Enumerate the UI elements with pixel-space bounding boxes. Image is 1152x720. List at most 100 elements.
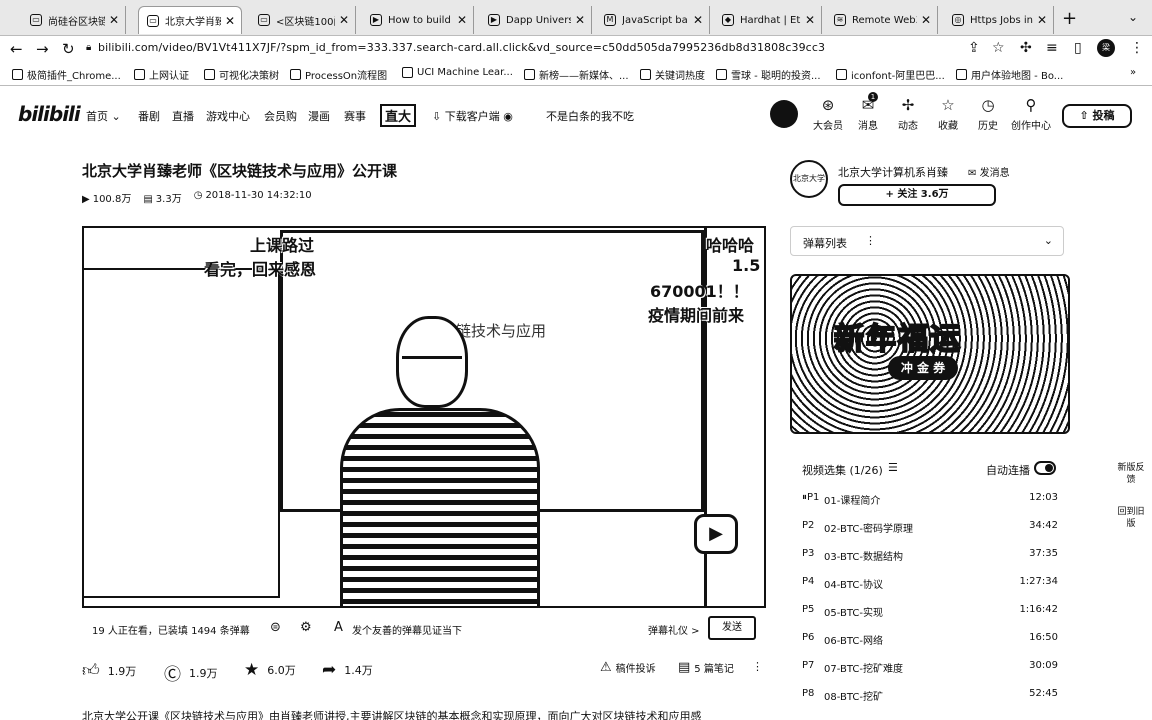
browser-tab[interactable]: ▶ Dapp Univers ✕: [480, 6, 592, 34]
bookmark-item[interactable]: 雪球 - 聪明的投资...: [716, 67, 821, 82]
episode-item[interactable]: P7 07-BTC-挖矿难度 30:09: [802, 656, 1058, 684]
close-icon[interactable]: ✕: [457, 13, 467, 27]
follow-button[interactable]: + 关注 3.6万: [838, 184, 996, 206]
header-message[interactable]: ✉ 消息: [850, 96, 886, 132]
browser-tab[interactable]: ▭ 尚硅谷区块链2 ✕: [22, 6, 126, 34]
list-icon[interactable]: ☰: [888, 461, 898, 474]
nav-download-client[interactable]: ⇩ 下载客户端 ◉: [432, 108, 513, 124]
profile-avatar[interactable]: 梁: [1097, 39, 1115, 57]
header-favorite[interactable]: ☆ 收藏: [930, 96, 966, 132]
danmaku-settings-icon[interactable]: ⚙: [300, 620, 312, 635]
close-icon[interactable]: ✕: [225, 14, 235, 28]
promo-banner[interactable]: 新年福运 冲 金 券: [790, 274, 1070, 434]
sidebar-icon[interactable]: ▯: [1074, 40, 1082, 56]
nav-event-badge[interactable]: 直大: [380, 104, 417, 127]
nav-live[interactable]: 直播: [172, 108, 194, 124]
close-icon[interactable]: ✕: [693, 13, 703, 27]
bookmarks-overflow-button[interactable]: »: [1130, 67, 1136, 78]
browser-tab-active[interactable]: ▭ 北京大学肖臻老 ✕: [138, 6, 242, 34]
share-icon[interactable]: ⇪: [968, 40, 980, 56]
browser-tab[interactable]: ◆ Hardhat | Ethe ✕: [714, 6, 822, 34]
site-logo[interactable]: bilibili: [18, 102, 81, 126]
bookmark-item[interactable]: 新榜——新媒体、...: [524, 67, 629, 82]
episode-item[interactable]: P8 08-BTC-挖矿 52:45: [802, 684, 1058, 712]
reload-icon[interactable]: ↻: [62, 40, 75, 58]
episode-item[interactable]: P3 03-BTC-数据结构 37:35: [802, 544, 1058, 572]
extensions-icon[interactable]: ✣: [1020, 40, 1032, 56]
share-button[interactable]: ➦ 1.4万: [322, 660, 373, 680]
header-creator-center[interactable]: ⚲ 创作中心: [1010, 96, 1052, 132]
danmaku-send-button[interactable]: 发送: [708, 616, 756, 640]
menu-icon[interactable]: ⋮: [1130, 40, 1144, 56]
episode-item[interactable]: P4 04-BTC-协议 1:27:34: [802, 572, 1058, 600]
close-icon[interactable]: ✕: [339, 13, 349, 27]
new-tab-button[interactable]: +: [1062, 8, 1077, 29]
uploader-avatar[interactable]: 北京大学: [790, 160, 828, 198]
user-avatar[interactable]: [770, 100, 798, 128]
chevron-down-icon[interactable]: ⌄: [1044, 234, 1053, 247]
browser-tab[interactable]: M JavaScript ba ✕: [596, 6, 710, 34]
favorite-button[interactable]: ★ 6.0万: [244, 660, 296, 680]
header-dynamic[interactable]: ✢ 动态: [890, 96, 926, 132]
nav-esports[interactable]: 赛事: [344, 108, 366, 124]
playlist-title: 视频选集 (1/26): [802, 464, 883, 477]
browser-tab[interactable]: ◎ Https Jobs in ✕: [944, 6, 1054, 34]
browser-tab[interactable]: ≋ Remote Web3 ✕: [826, 6, 938, 34]
header-history[interactable]: ◷ 历史: [970, 96, 1006, 132]
autoplay-toggle[interactable]: [1034, 461, 1056, 475]
episode-number: P4: [802, 576, 815, 587]
address-bar[interactable]: bilibili.com/video/BV1Vt411X7JF/?spm_id_…: [98, 41, 825, 54]
coin-button[interactable]: Ⓒ 1.9万: [164, 660, 218, 685]
tab-search-icon[interactable]: ⌄: [1128, 10, 1138, 24]
video-player[interactable]: 链技术与应用 上课路过 看完，回来感恩 哈哈哈 1.5 670001！！ 疫情期…: [82, 226, 766, 608]
bookmark-item[interactable]: UCI Machine Lear...: [402, 67, 513, 78]
danmaku-toggle-icon[interactable]: ⊜: [270, 620, 281, 635]
danmaku-list-header[interactable]: 弹幕列表 ⋮ ⌄: [790, 226, 1064, 256]
nav-game-center[interactable]: 游戏中心: [206, 108, 250, 124]
episode-item[interactable]: P2 02-BTC-密码学原理 34:42: [802, 516, 1058, 544]
close-icon[interactable]: ✕: [805, 13, 815, 27]
more-options-icon[interactable]: ⋮: [752, 660, 763, 673]
nav-home[interactable]: 首页 ⌄: [86, 108, 121, 124]
danmaku-etiquette-link[interactable]: 弹幕礼仪 >: [648, 622, 700, 637]
search-input[interactable]: 不是白条的我不吃: [546, 108, 634, 124]
like-button[interactable]: 👍︎ 1.9万: [82, 660, 136, 681]
browser-tab[interactable]: ▶ How to build a ✕: [362, 6, 474, 34]
bookmark-item[interactable]: 上网认证: [134, 67, 189, 82]
play-icon[interactable]: ▶: [694, 514, 738, 554]
close-icon[interactable]: ✕: [921, 13, 931, 27]
nav-shop[interactable]: 会员购: [264, 108, 297, 124]
back-to-old-version-link[interactable]: 回到旧版: [1116, 506, 1146, 530]
episode-item[interactable]: P5 05-BTC-实现 1:16:42: [802, 600, 1058, 628]
back-icon[interactable]: ←: [10, 40, 23, 58]
notes-button[interactable]: ▤ 5 篇笔记: [678, 660, 734, 675]
close-icon[interactable]: ✕: [1037, 13, 1047, 27]
lock-icon[interactable]: 🔒︎: [86, 42, 91, 53]
new-version-feedback-link[interactable]: 新版反馈: [1116, 462, 1146, 486]
bookmark-item[interactable]: 关键词热度: [640, 67, 705, 82]
nav-anime[interactable]: 番剧: [138, 108, 160, 124]
browser-tab[interactable]: ▭ <区块链100问 ✕: [250, 6, 356, 34]
bookmark-star-icon[interactable]: ☆: [992, 40, 1005, 56]
reading-list-icon[interactable]: ≡: [1046, 40, 1058, 56]
bookmark-item[interactable]: ProcessOn流程图: [290, 67, 387, 82]
send-message-link[interactable]: ✉ 发消息: [968, 164, 1010, 179]
site-header: bilibili 首页 ⌄ 番剧 直播 游戏中心 会员购 漫画 赛事 直大 ⇩ …: [0, 86, 1152, 144]
bookmark-item[interactable]: 可视化决策树: [204, 67, 279, 82]
report-button[interactable]: ⚠ 稿件投诉: [600, 660, 656, 675]
danmaku-input[interactable]: 发个友善的弹幕见证当下: [352, 622, 462, 637]
close-icon[interactable]: ✕: [575, 13, 585, 27]
episode-item-active[interactable]: ⏸︎P1 01-课程简介 12:03: [802, 488, 1058, 516]
nav-manga[interactable]: 漫画: [308, 108, 330, 124]
episode-item[interactable]: P6 06-BTC-网络 16:50: [802, 628, 1058, 656]
bookmark-item[interactable]: 用户体验地图 - Bo...: [956, 67, 1063, 82]
close-icon[interactable]: ✕: [109, 13, 119, 27]
forward-icon[interactable]: →: [36, 40, 49, 58]
upload-button[interactable]: ⇧ 投稿: [1062, 104, 1132, 128]
more-options-icon[interactable]: ⋮: [865, 234, 876, 247]
bookmark-item[interactable]: iconfont-阿里巴巴...: [836, 67, 945, 82]
uploader-name[interactable]: 北京大学计算机系肖臻: [838, 164, 948, 180]
header-vip[interactable]: ⊛ 大会员: [810, 96, 846, 132]
bookmark-item[interactable]: 极简插件_Chrome...: [12, 67, 121, 82]
danmaku-style-icon[interactable]: A: [334, 620, 343, 635]
